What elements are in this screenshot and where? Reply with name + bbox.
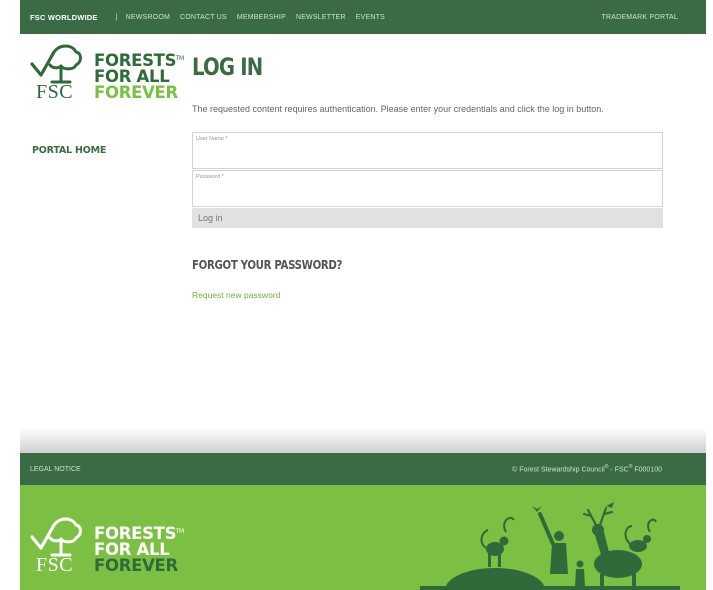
copyright-text: © Forest Stewardship Council® - FSC® F00… [512, 464, 662, 473]
copyright-suffix: F000100 [632, 466, 662, 474]
request-new-password-link[interactable]: Request new password [192, 290, 280, 300]
username-label: User Name * [196, 136, 228, 142]
logo-slogan-footer: FORESTS FOR ALL FOREVER TM [94, 525, 184, 575]
nav-newsletter[interactable]: NEWSLETTER [296, 14, 346, 21]
slogan-line-3: FOREVER [94, 83, 178, 102]
auth-intro-text: The requested content requires authentic… [192, 104, 604, 114]
trademark-mark: TM [175, 55, 185, 62]
fsc-wordmark-footer: FSC [36, 554, 74, 576]
top-nav-bar: FSC WORLDWIDE | NEWSROOM CONTACT US MEMB… [20, 0, 706, 34]
nav-newsroom[interactable]: NEWSROOM [126, 14, 170, 21]
footer-bar: LEGAL NOTICE © Forest Stewardship Counci… [20, 453, 706, 485]
password-label: Password * [196, 174, 224, 180]
fsc-worldwide-link[interactable]: FSC WORLDWIDE [30, 13, 98, 22]
forgot-password-heading: FORGOT YOUR PASSWORD? [192, 258, 343, 272]
copyright-mid: - FSC [608, 466, 629, 474]
legal-notice-link[interactable]: LEGAL NOTICE [30, 466, 81, 473]
password-input[interactable] [193, 183, 662, 205]
fsc-tree-check-icon-footer: FSC [30, 515, 90, 577]
fsc-logo-footer: FSC FORESTS FOR ALL FOREVER TM [30, 515, 184, 577]
username-input[interactable] [193, 145, 662, 167]
nav-contact-us[interactable]: CONTACT US [180, 14, 227, 21]
nav-events[interactable]: EVENTS [356, 14, 385, 21]
footer-shadow [20, 428, 706, 453]
nav-trademark-portal[interactable]: TRADEMARK PORTAL [602, 14, 678, 21]
fsc-wordmark: FSC [36, 81, 74, 103]
copyright-prefix: © Forest Stewardship Council [512, 466, 605, 474]
password-field[interactable]: Password * [192, 170, 663, 207]
fsc-logo[interactable]: FSC FORESTS FOR ALL FOREVER TM [30, 42, 184, 104]
nav-separator: | [115, 13, 118, 21]
username-field[interactable]: User Name * [192, 132, 663, 169]
slogan-line-3-footer: FOREVER [94, 556, 178, 575]
page-title: LOG IN [192, 53, 263, 81]
nav-membership[interactable]: MEMBERSHIP [237, 14, 286, 21]
trademark-mark-footer: TM [175, 528, 185, 535]
fsc-tree-check-icon: FSC [30, 42, 90, 104]
wildlife-silhouette-icon [420, 502, 680, 590]
login-button[interactable]: Log in [192, 208, 663, 228]
sidebar-portal-home[interactable]: PORTAL HOME [32, 145, 106, 156]
logo-slogan: FORESTS FOR ALL FOREVER TM [94, 52, 184, 102]
